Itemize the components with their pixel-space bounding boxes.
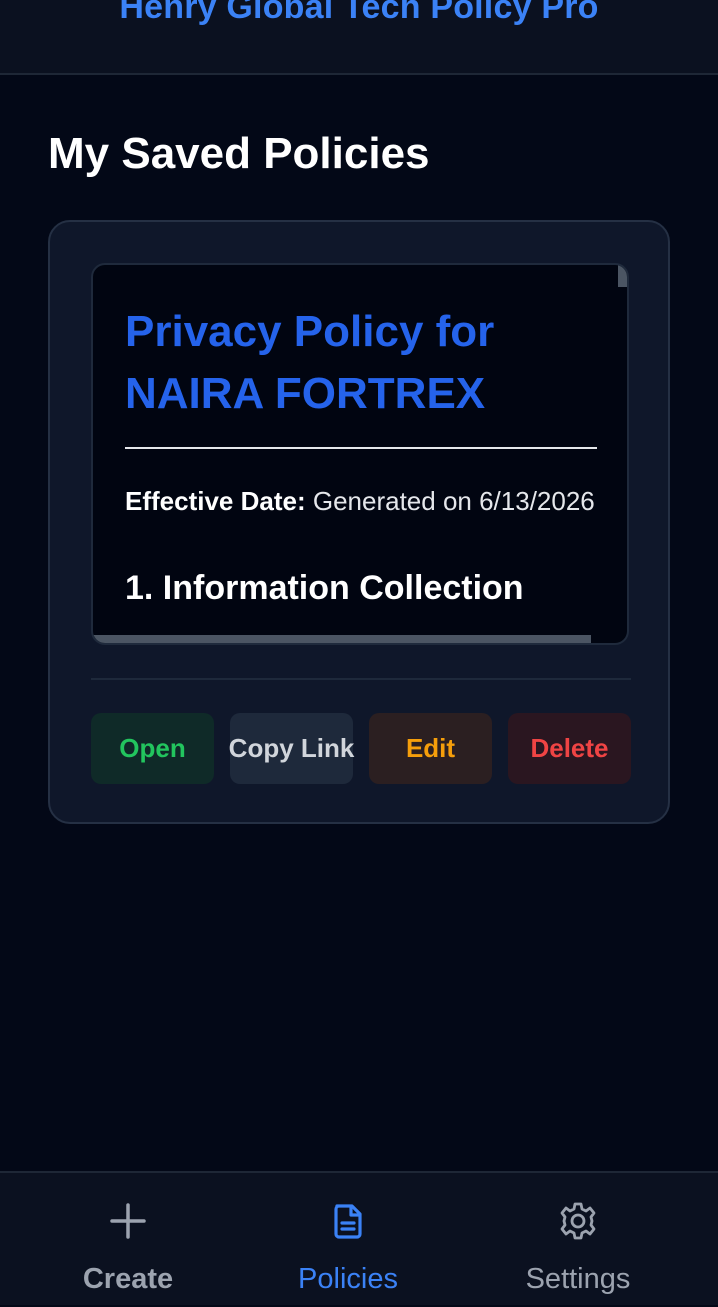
document-icon bbox=[334, 1204, 362, 1239]
effective-date-label: Effective Date: bbox=[125, 486, 306, 516]
policy-preview-heading: Privacy Policy for NAIRA FORTREX bbox=[125, 307, 495, 418]
delete-button[interactable]: Delete bbox=[508, 713, 631, 784]
horizontal-scrollbar[interactable] bbox=[93, 635, 591, 643]
policy-card: Privacy Policy for NAIRA FORTREX Effecti… bbox=[48, 220, 670, 824]
card-divider bbox=[91, 678, 631, 680]
nav-item-label: Policies bbox=[298, 1263, 398, 1295]
app-title: Henry Global Tech Policy Pro bbox=[119, 0, 599, 26]
policy-preview-content: Privacy Policy for NAIRA FORTREX Effecti… bbox=[125, 301, 597, 608]
open-button[interactable]: Open bbox=[91, 713, 214, 784]
copy-link-button[interactable]: Copy Link bbox=[229, 713, 354, 784]
nav-item-label: Settings bbox=[525, 1263, 631, 1295]
page-title: My Saved Policies bbox=[48, 129, 430, 178]
plus-icon bbox=[110, 1203, 146, 1239]
policy-preview[interactable]: Privacy Policy for NAIRA FORTREX Effecti… bbox=[91, 263, 629, 645]
policy-preview-divider bbox=[125, 447, 597, 449]
gear-icon bbox=[560, 1202, 596, 1240]
bottom-nav: Create Policies Settings bbox=[0, 1171, 718, 1305]
nav-item-settings[interactable]: Settings bbox=[478, 1173, 678, 1307]
edit-button[interactable]: Edit bbox=[369, 713, 492, 784]
policy-actions: Open Copy Link Edit Delete bbox=[91, 713, 631, 784]
effective-date-value: Generated on 6/13/2026 bbox=[312, 486, 595, 516]
nav-item-label: Create bbox=[82, 1263, 174, 1295]
app-header: Henry Global Tech Policy Pro bbox=[0, 0, 718, 75]
vertical-scrollbar[interactable] bbox=[618, 265, 627, 287]
effective-date: Effective Date: Generated on 6/13/2026 bbox=[125, 481, 597, 521]
nav-item-create[interactable]: Create bbox=[28, 1173, 228, 1307]
nav-item-policies[interactable]: Policies bbox=[248, 1173, 448, 1307]
policy-preview-section-heading: 1. Information Collection bbox=[125, 569, 524, 607]
